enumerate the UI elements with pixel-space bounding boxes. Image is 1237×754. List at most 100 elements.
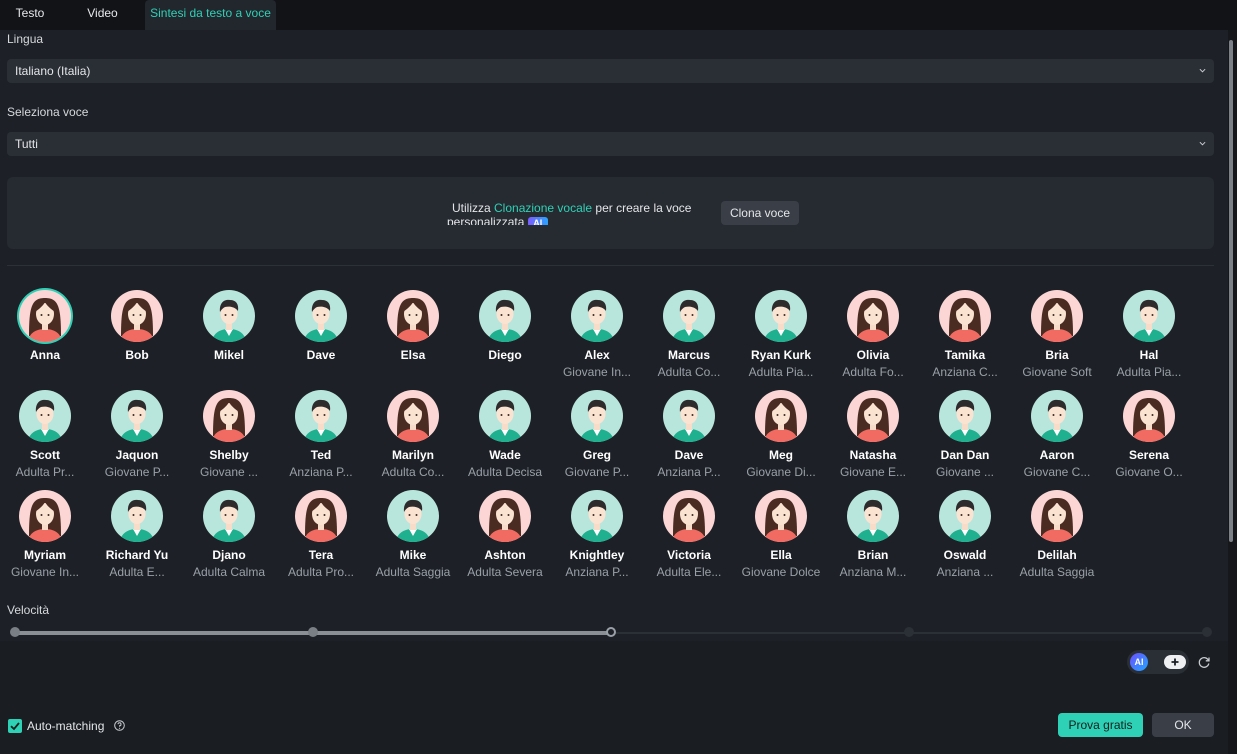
voice-card[interactable]: Ella Giovane Dolce	[735, 490, 827, 579]
voice-description: Anziana ...	[936, 565, 994, 579]
voice-description: Adulta Decisa	[467, 465, 543, 479]
voice-description: Adulta Calma	[192, 565, 266, 579]
voice-card[interactable]: Djano Adulta Calma	[183, 490, 275, 579]
voice-name: Victoria	[667, 548, 711, 562]
voice-card[interactable]: Ashton Adulta Severa	[459, 490, 551, 579]
voice-card[interactable]: Scott Adulta Pr...	[0, 390, 91, 479]
voice-filter-select[interactable]: Tutti	[7, 132, 1214, 156]
voice-name: Marilyn	[391, 448, 434, 462]
voice-card[interactable]: Brian Anziana M...	[827, 490, 919, 579]
voice-card[interactable]: Wade Adulta Decisa	[459, 390, 551, 479]
voice-card[interactable]: Dave	[275, 290, 367, 362]
voice-card[interactable]: Bob	[91, 290, 183, 362]
voice-card[interactable]: Richard Yu Adulta E...	[91, 490, 183, 579]
add-button[interactable]	[1164, 655, 1186, 669]
voice-card[interactable]: Ted Anziana P...	[275, 390, 367, 479]
voice-avatar	[1031, 490, 1083, 542]
voice-card[interactable]: Jaquon Giovane P...	[91, 390, 183, 479]
voice-description: Giovane Soft	[1022, 365, 1092, 379]
voice-avatar	[571, 390, 623, 442]
voice-description: Giovane Di...	[746, 465, 816, 479]
voice-card[interactable]: Elsa	[367, 290, 459, 362]
voice-avatar	[203, 490, 255, 542]
divider	[7, 265, 1214, 266]
voice-description: Adulta Pro...	[287, 565, 355, 579]
voice-card[interactable]: Tamika Anziana C...	[919, 290, 1011, 379]
auto-matching-checkbox[interactable]	[8, 719, 22, 733]
voice-card[interactable]: Ryan Kurk Adulta Pia...	[735, 290, 827, 379]
voice-avatar	[663, 390, 715, 442]
voice-name: Tamika	[944, 348, 986, 362]
voice-card[interactable]: Natasha Giovane E...	[827, 390, 919, 479]
voice-avatar	[19, 490, 71, 542]
voice-avatar	[663, 290, 715, 342]
voice-description: Giovane ...	[199, 465, 259, 479]
ai-assistant-icon[interactable]: AI	[1130, 653, 1148, 671]
voice-name: Dan Dan	[940, 448, 990, 462]
voice-card[interactable]: Meg Giovane Di...	[735, 390, 827, 479]
slider-thumb[interactable]	[606, 627, 616, 637]
voice-card[interactable]: Marcus Adulta Co...	[643, 290, 735, 379]
tab-testo[interactable]: Testo	[0, 0, 60, 30]
voice-card[interactable]: Hal Adulta Pia...	[1103, 290, 1195, 379]
voice-name: Myriam	[23, 548, 67, 562]
voice-card[interactable]: Olivia Adulta Fo...	[827, 290, 919, 379]
voice-name: Alex	[584, 348, 610, 362]
voice-description: Anziana M...	[839, 565, 907, 579]
voice-card[interactable]: Victoria Adulta Ele...	[643, 490, 735, 579]
help-icon[interactable]	[114, 720, 125, 731]
voice-card[interactable]: Serena Giovane O...	[1103, 390, 1195, 479]
speed-slider[interactable]	[10, 627, 1212, 637]
try-free-button[interactable]: Prova gratis	[1058, 713, 1143, 737]
voice-avatar	[939, 390, 991, 442]
voice-name: Meg	[769, 448, 793, 462]
voice-card[interactable]: Oswald Anziana ...	[919, 490, 1011, 579]
voice-name: Bria	[1045, 348, 1069, 362]
voice-description: Anziana P...	[657, 465, 721, 479]
voice-card[interactable]: Mikel	[183, 290, 275, 362]
voice-card[interactable]: Dave Anziana P...	[643, 390, 735, 479]
voice-clone-banner: Utilizza Clonazione vocale per creare la…	[7, 177, 1214, 249]
voice-description: Adulta Pr...	[15, 465, 75, 479]
voice-avatar	[1031, 290, 1083, 342]
voice-card[interactable]: Myriam Giovane In...	[0, 490, 91, 579]
voice-description: Giovane Dolce	[741, 565, 821, 579]
voice-card[interactable]: Aaron Giovane C...	[1011, 390, 1103, 479]
voice-name: Dave	[674, 448, 704, 462]
tab-video[interactable]: Video	[60, 0, 145, 30]
voice-avatar	[1031, 390, 1083, 442]
language-select[interactable]: Italiano (Italia)	[7, 59, 1214, 83]
voice-card[interactable]: Dan Dan Giovane ...	[919, 390, 1011, 479]
scrollbar-thumb[interactable]	[1229, 40, 1233, 542]
voice-card[interactable]: Shelby Giovane ...	[183, 390, 275, 479]
voice-name: Richard Yu	[105, 548, 169, 562]
voice-card[interactable]: Greg Giovane P...	[551, 390, 643, 479]
voice-card[interactable]: Diego	[459, 290, 551, 362]
voice-card[interactable]: Alex Giovane In...	[551, 290, 643, 379]
ok-button[interactable]: OK	[1152, 713, 1214, 737]
voice-description: Adulta Ele...	[656, 565, 722, 579]
voice-avatar	[19, 390, 71, 442]
voice-avatar	[847, 490, 899, 542]
voice-avatar	[111, 290, 163, 342]
voice-description: Adulta Pia...	[748, 365, 814, 379]
tab-bar: Testo Video Sintesi da testo a voce	[0, 0, 1237, 30]
voice-card[interactable]: Anna	[0, 290, 91, 362]
voice-avatar	[1123, 390, 1175, 442]
voice-clone-link[interactable]: Clonazione vocale	[494, 201, 592, 215]
refresh-icon[interactable]	[1197, 655, 1211, 669]
tab-text-to-speech[interactable]: Sintesi da testo a voce	[145, 0, 276, 30]
voice-name: Ted	[310, 448, 332, 462]
voice-card[interactable]: Marilyn Adulta Co...	[367, 390, 459, 479]
voice-card[interactable]: Delilah Adulta Saggia	[1011, 490, 1103, 579]
voice-avatar	[755, 390, 807, 442]
voice-card[interactable]: Bria Giovane Soft	[1011, 290, 1103, 379]
voice-card[interactable]: Tera Adulta Pro...	[275, 490, 367, 579]
clone-voice-button[interactable]: Clona voce	[721, 201, 799, 225]
voice-description: Adulta Saggia	[375, 565, 451, 579]
voice-name: Hal	[1139, 348, 1159, 362]
voice-card[interactable]: Mike Adulta Saggia	[367, 490, 459, 579]
voice-card[interactable]: Knightley Anziana P...	[551, 490, 643, 579]
voice-name: Dave	[306, 348, 336, 362]
voice-filter-value: Tutti	[15, 137, 38, 151]
